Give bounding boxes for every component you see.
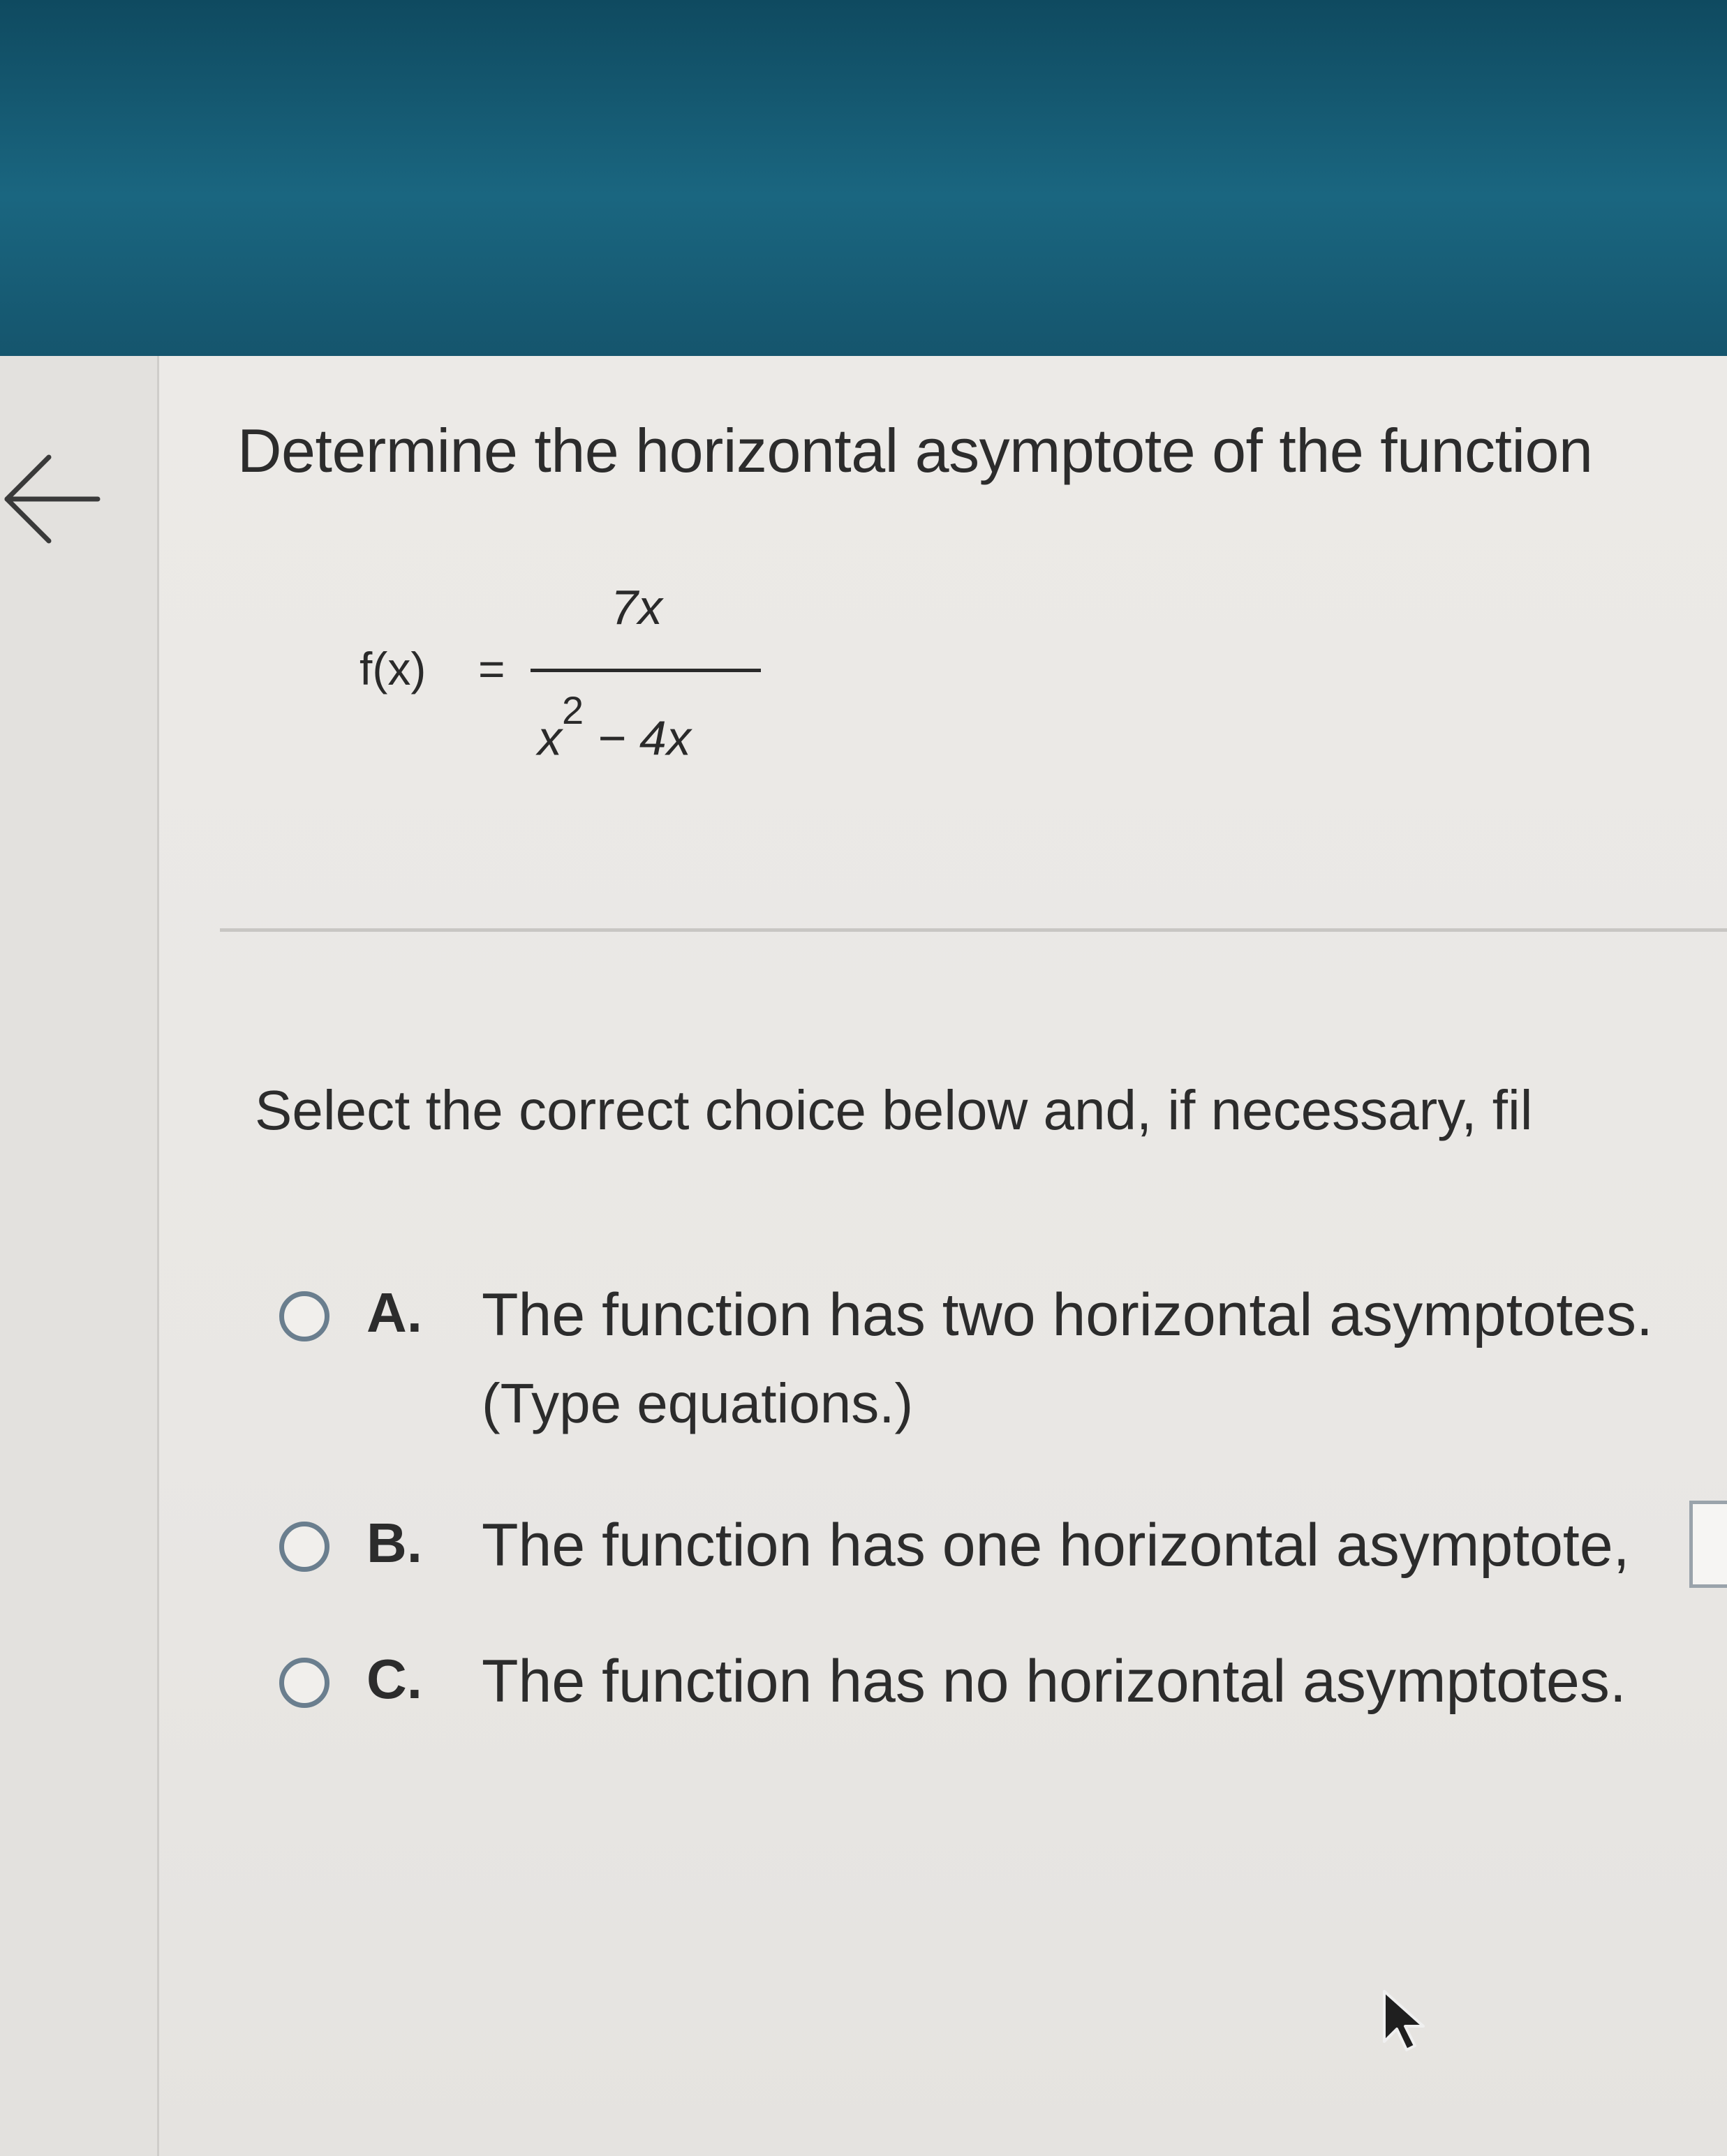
radio-button-b[interactable] (279, 1522, 329, 1572)
back-button[interactable] (0, 447, 105, 551)
denominator-exponent: 2 (562, 688, 584, 732)
instruction-text: Select the correct choice below and, if … (255, 1079, 1533, 1141)
mouse-pointer-icon (1379, 1986, 1435, 2055)
fraction-denominator: x2 − 4x (538, 688, 691, 766)
choice-text-b: The function has one horizontal asymptot… (482, 1512, 1630, 1579)
denominator-rest: − 4x (584, 711, 691, 766)
choice-b[interactable]: B. The function has one horizontal asymp… (265, 1511, 1727, 1595)
choice-c[interactable]: C. The function has no horizontal asympt… (265, 1647, 1727, 1731)
left-rail (0, 356, 159, 2156)
choice-letter-a: A. (366, 1281, 422, 1344)
header-bar (0, 0, 1727, 356)
choice-text-c: The function has no horizontal asymptote… (482, 1648, 1626, 1715)
fraction-bar (531, 669, 761, 672)
denominator-base: x (538, 711, 562, 766)
equation-equals: = (478, 643, 505, 694)
arrow-left-icon (4, 454, 101, 544)
choice-letter-b: B. (366, 1512, 422, 1574)
radio-button-a[interactable] (279, 1291, 329, 1341)
equation-lhs: f(x) (360, 643, 427, 694)
radio-button-c[interactable] (279, 1658, 329, 1708)
question-text: Determine the horizontal asymptote of th… (237, 416, 1593, 485)
function-equation: f(x) = 7x x2 − 4x (360, 579, 792, 789)
choice-a[interactable]: A. The function has two horizontal asymp… (265, 1281, 1727, 1434)
choice-text-a: The function has two horizontal asymptot… (482, 1281, 1653, 1348)
asymptote-answer-input[interactable] (1689, 1501, 1727, 1588)
fraction-numerator: 7x (611, 580, 662, 634)
choice-letter-c: C. (366, 1648, 422, 1710)
section-divider (220, 928, 1727, 932)
choice-subtext-a: (Type equations.) (482, 1372, 914, 1434)
